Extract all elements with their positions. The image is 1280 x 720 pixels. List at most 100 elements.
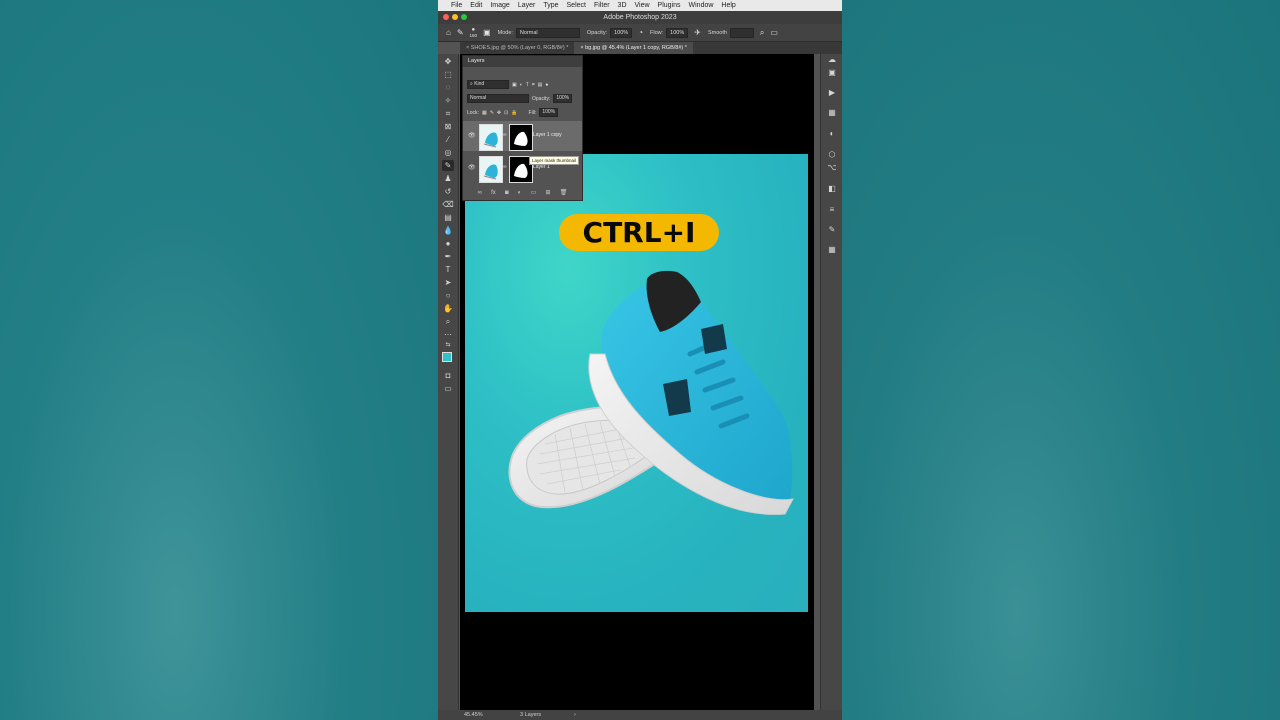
link-icon[interactable]: ∞ — [503, 164, 507, 170]
shapes-icon[interactable]: ⬡ — [826, 149, 838, 160]
magic-wand-icon[interactable]: ✧ — [442, 95, 454, 106]
menu-type[interactable]: Type — [539, 2, 562, 9]
brush-settings-panel-icon[interactable]: ✎ — [826, 224, 838, 235]
swap-colors-icon[interactable]: ⇆ — [442, 340, 454, 351]
lasso-tool-icon[interactable]: ◌ — [442, 82, 454, 93]
brush-tool-icon-selected[interactable]: ✎ — [442, 160, 454, 171]
new-layer-icon[interactable]: ⊞ — [545, 189, 550, 196]
search-icon[interactable]: ⌕ — [760, 28, 764, 38]
menu-plugins[interactable]: Plugins — [654, 2, 685, 9]
tab-bg[interactable]: × bg.jpg @ 45.4% (Layer 1 copy, RGB/8#) … — [574, 42, 693, 54]
minimize-window-button[interactable] — [452, 14, 458, 20]
pressure-opacity-icon[interactable]: ◔ — [638, 28, 643, 37]
smoothing-field[interactable] — [729, 27, 754, 38]
foreground-color-swatch[interactable] — [442, 352, 452, 362]
opacity-field[interactable]: 100% — [610, 27, 633, 38]
healing-brush-icon[interactable]: ◎ — [442, 147, 454, 158]
history-brush-icon[interactable]: ↺ — [442, 186, 454, 197]
menu-view[interactable]: View — [631, 2, 654, 9]
stamp-tool-icon[interactable]: ♟ — [442, 173, 454, 184]
brush-preset-picker[interactable]: ● 160 — [470, 27, 478, 39]
blend-mode-select[interactable]: Normal — [467, 94, 529, 103]
home-icon[interactable]: ⌂ — [446, 28, 451, 37]
gradient-tool-icon[interactable]: ▤ — [442, 212, 454, 223]
adjustment-layer-icon[interactable]: ◐ — [518, 190, 522, 196]
crop-tool-icon[interactable]: ⌗ — [442, 108, 454, 119]
eyedropper-icon[interactable]: ⁄ — [442, 134, 454, 145]
layer-opacity-field[interactable]: 100% — [553, 94, 573, 103]
menu-help[interactable]: Help — [717, 2, 739, 9]
adjustments-icon[interactable]: ◐ — [826, 128, 838, 139]
menu-window[interactable]: Window — [685, 2, 718, 9]
screen-mode-icon[interactable]: ▭ — [442, 383, 454, 394]
ellipse-tool-icon[interactable]: ○ — [442, 290, 454, 301]
filter-toggle-icon[interactable]: ● — [545, 82, 548, 88]
document-canvas[interactable]: CTRL+I — [465, 154, 808, 612]
more-tools-icon[interactable]: ⋯ — [442, 329, 454, 340]
zoom-tool-icon[interactable]: ⌕ — [442, 316, 454, 327]
swatches-icon[interactable]: ▦ — [826, 244, 838, 255]
filter-adjustment-icon[interactable]: ◐ — [520, 82, 523, 88]
layer-thumbnail[interactable] — [479, 124, 503, 151]
grid-panel-icon[interactable]: ▦ — [826, 107, 838, 118]
lock-artboard-icon[interactable]: ⊡ — [504, 110, 508, 116]
filter-shape-icon[interactable]: ⌗ — [532, 82, 535, 88]
type-tool-icon[interactable]: T — [442, 264, 454, 275]
status-arrow-icon[interactable]: › — [574, 712, 576, 718]
marquee-tool-icon[interactable]: ⬚ — [442, 69, 454, 80]
move-tool-icon[interactable]: ✥ — [442, 56, 454, 67]
brush-settings-icon[interactable]: ▣ — [483, 28, 491, 37]
menu-layer[interactable]: Layer — [514, 2, 540, 9]
fill-field[interactable]: 100% — [539, 108, 559, 117]
quick-mask-icon[interactable]: ◘ — [442, 370, 454, 381]
path-selection-icon[interactable]: ➤ — [442, 277, 454, 288]
lock-position-icon[interactable]: ✥ — [497, 110, 501, 116]
menu-file[interactable]: File — [447, 2, 466, 9]
menu-3d[interactable]: 3D — [614, 2, 631, 9]
menu-select[interactable]: Select — [563, 2, 590, 9]
new-group-icon[interactable]: ▭ — [531, 189, 537, 196]
layer-row-layer-1-copy[interactable]: 👁 ∞ Layer 1 copy — [463, 121, 582, 151]
close-window-button[interactable] — [443, 14, 449, 20]
dodge-tool-icon[interactable]: ● — [442, 238, 454, 249]
pen-tool-icon[interactable]: ✒ — [442, 251, 454, 262]
fx-icon[interactable]: fx — [491, 190, 496, 196]
zoom-window-button[interactable] — [461, 14, 467, 20]
visibility-eye-icon[interactable]: 👁 — [468, 164, 476, 171]
sliders-icon[interactable]: ≡ — [826, 204, 838, 215]
panel-icon[interactable]: ▣ — [826, 67, 838, 78]
link-icon[interactable]: ∞ — [503, 132, 507, 138]
filter-pixel-icon[interactable]: ▣ — [512, 82, 517, 88]
filter-smart-object-icon[interactable]: ▤ — [538, 82, 543, 88]
lock-transparent-icon[interactable]: ▦ — [482, 110, 487, 116]
eraser-tool-icon[interactable]: ⌫ — [442, 199, 454, 210]
trash-icon[interactable]: 🗑 — [560, 189, 568, 196]
paths-icon[interactable]: ⌥ — [826, 162, 838, 173]
layer-mask-thumbnail[interactable] — [509, 124, 533, 151]
link-layers-icon[interactable]: ∞ — [478, 190, 482, 196]
visibility-eye-icon[interactable]: 👁 — [468, 132, 476, 139]
menu-image[interactable]: Image — [486, 2, 513, 9]
layer-thumbnail[interactable] — [479, 156, 503, 183]
brush-tool-icon[interactable]: ✎ — [457, 28, 464, 37]
mode-select[interactable]: Normal — [515, 27, 580, 38]
cloud-icon[interactable]: ☁ — [826, 54, 838, 65]
lock-all-icon[interactable]: 🔒 — [511, 110, 517, 116]
properties-icon[interactable]: ◧ — [826, 183, 838, 194]
workspace-icon[interactable]: ▭ — [770, 28, 778, 37]
blur-tool-icon[interactable]: 💧 — [442, 225, 454, 236]
flow-field[interactable]: 100% — [666, 27, 689, 38]
menu-filter[interactable]: Filter — [590, 2, 614, 9]
airbrush-icon[interactable]: ✈ — [694, 28, 701, 37]
frame-tool-icon[interactable]: ⊠ — [442, 121, 454, 132]
lock-pixels-icon[interactable]: ✎ — [490, 110, 494, 116]
tab-shoes[interactable]: × SHOES.jpg @ 50% (Layer 0, RGB/8#) * — [460, 42, 574, 54]
filter-type-icon[interactable]: T — [526, 82, 529, 88]
play-actions-icon[interactable]: ▶ — [826, 87, 838, 98]
zoom-level[interactable]: 45.45% — [464, 712, 483, 718]
layers-panel-title[interactable]: Layers — [463, 56, 582, 67]
kind-filter-select[interactable]: ⌕ Kind — [467, 80, 509, 89]
menu-edit[interactable]: Edit — [466, 2, 486, 9]
add-mask-icon[interactable]: ◙ — [505, 190, 509, 196]
hand-tool-icon[interactable]: ✋ — [442, 303, 454, 314]
